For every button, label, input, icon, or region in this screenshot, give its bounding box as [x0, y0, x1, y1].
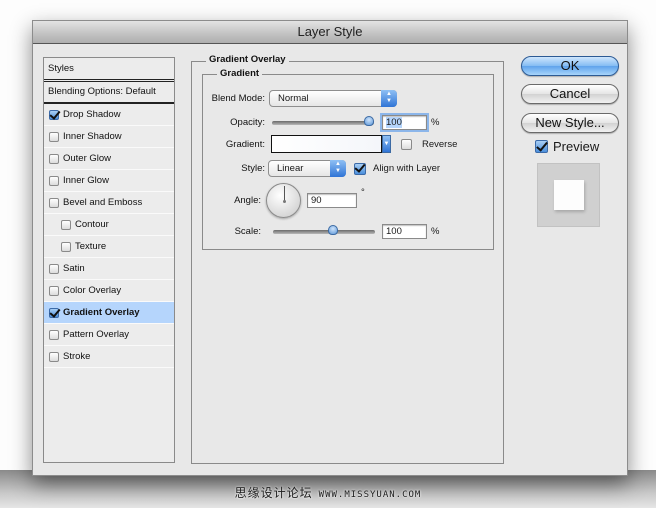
opacity-slider[interactable]: [272, 115, 374, 126]
style-item-label: Stroke: [63, 350, 91, 362]
blend-mode-select[interactable]: Normal ▲ ▼: [269, 90, 397, 107]
gradient-picker[interactable]: [271, 135, 382, 153]
style-value: Linear: [277, 163, 304, 174]
style-checkbox[interactable]: [49, 351, 59, 362]
angle-needle: [284, 186, 285, 201]
updown-arrows-icon: ▲ ▼: [381, 90, 397, 107]
align-with-layer-label: Align with Layer: [373, 163, 441, 174]
style-item-label: Inner Glow: [63, 174, 109, 186]
gradient-dropdown-arrow-icon[interactable]: ▼: [382, 135, 391, 153]
style-item-label: Color Overlay: [63, 284, 122, 296]
preview-checkbox[interactable]: [535, 140, 548, 153]
style-checkbox[interactable]: [49, 175, 59, 186]
style-item-color-overlay[interactable]: Color Overlay: [44, 280, 174, 302]
scale-unit: %: [431, 226, 440, 237]
style-item-drop-shadow[interactable]: Drop Shadow: [44, 104, 174, 126]
style-select[interactable]: Linear ▲ ▼: [268, 160, 346, 177]
style-checkbox[interactable]: [61, 219, 71, 230]
style-item-gradient-overlay[interactable]: Gradient Overlay: [44, 302, 174, 324]
style-item-label: Inner Shadow: [63, 130, 122, 142]
style-checkbox[interactable]: [49, 329, 59, 340]
style-item-label: Pattern Overlay: [63, 328, 129, 340]
style-checkbox[interactable]: [61, 241, 71, 252]
style-item-label: Gradient Overlay: [63, 306, 140, 318]
scale-slider[interactable]: [273, 224, 375, 235]
blend-mode-label: Blend Mode:: [211, 93, 265, 104]
style-checkbox[interactable]: [49, 307, 59, 318]
style-checkbox[interactable]: [49, 285, 59, 296]
preview-label: Preview: [553, 139, 600, 154]
angle-label: Angle:: [234, 195, 261, 206]
style-item-stroke[interactable]: Stroke: [44, 346, 174, 368]
style-item-satin[interactable]: Satin: [44, 258, 174, 280]
style-preview-thumbnail: [537, 163, 600, 227]
blending-options[interactable]: Blending Options: Default: [44, 82, 174, 104]
scale-input[interactable]: 100: [382, 224, 427, 239]
reverse-checkbox[interactable]: [401, 138, 412, 150]
style-checkbox[interactable]: [49, 131, 59, 142]
opacity-slider-knob[interactable]: [364, 115, 374, 126]
preview-square: [554, 180, 584, 210]
angle-unit: °: [361, 187, 365, 198]
angle-center-dot: [283, 200, 286, 203]
style-item-contour[interactable]: Contour: [44, 214, 174, 236]
style-item-label: Bevel and Emboss: [63, 196, 143, 208]
styles-header[interactable]: Styles: [44, 58, 174, 82]
style-item-inner-glow[interactable]: Inner Glow: [44, 170, 174, 192]
reverse-label: Reverse: [422, 138, 458, 150]
watermark-url: WWW.MISSYUAN.COM: [318, 490, 422, 500]
style-item-inner-shadow[interactable]: Inner Shadow: [44, 126, 174, 148]
style-item-label: Texture: [75, 240, 107, 252]
blend-mode-value: Normal: [278, 93, 309, 104]
styles-list: Styles Blending Options: Default Drop Sh…: [43, 57, 175, 463]
style-item-bevel-and-emboss[interactable]: Bevel and Emboss: [44, 192, 174, 214]
angle-dial[interactable]: [266, 183, 301, 218]
style-label: Style:: [241, 163, 265, 174]
new-style-button[interactable]: New Style...: [521, 113, 619, 133]
style-item-label: Contour: [75, 218, 109, 230]
cancel-button[interactable]: Cancel: [521, 84, 619, 104]
opacity-label: Opacity:: [230, 117, 265, 128]
style-item-pattern-overlay[interactable]: Pattern Overlay: [44, 324, 174, 346]
updown-arrows-icon: ▲ ▼: [330, 160, 346, 177]
opacity-input[interactable]: 100: [380, 113, 429, 132]
style-checkbox[interactable]: [49, 153, 59, 164]
style-item-label: Satin: [63, 262, 85, 274]
dialog-title: Layer Style: [33, 21, 627, 44]
opacity-unit: %: [431, 117, 440, 128]
style-item-outer-glow[interactable]: Outer Glow: [44, 148, 174, 170]
watermark-text: 思缘设计论坛: [234, 486, 313, 500]
angle-input[interactable]: 90: [307, 193, 357, 208]
gradient-overlay-title: Gradient Overlay: [206, 54, 289, 65]
scale-label: Scale:: [234, 226, 261, 237]
style-checkbox[interactable]: [49, 109, 59, 120]
layer-style-dialog: Layer Style Styles Blending Options: Def…: [32, 20, 628, 476]
gradient-group-title: Gradient: [217, 68, 263, 79]
style-checkbox[interactable]: [49, 263, 59, 274]
style-item-label: Drop Shadow: [63, 108, 121, 120]
align-with-layer-checkbox[interactable]: [354, 162, 366, 175]
watermark: 思缘设计论坛 WWW.MISSYUAN.COM: [0, 484, 656, 501]
ok-button[interactable]: OK: [521, 56, 619, 76]
style-item-label: Outer Glow: [63, 152, 112, 164]
scale-slider-knob[interactable]: [328, 224, 339, 235]
style-checkbox[interactable]: [49, 197, 59, 208]
gradient-label: Gradient:: [225, 138, 265, 150]
style-item-texture[interactable]: Texture: [44, 236, 174, 258]
